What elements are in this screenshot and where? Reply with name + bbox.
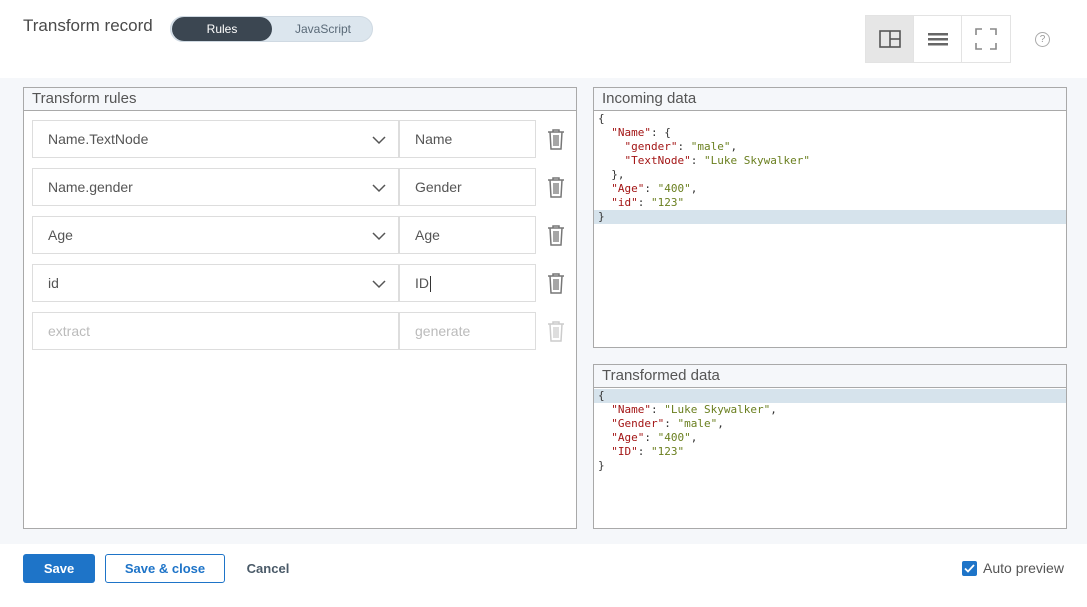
generate-input[interactable]: Age — [399, 216, 536, 254]
extract-select[interactable]: Name.TextNode — [32, 120, 399, 158]
mode-rules-option[interactable]: Rules — [172, 17, 272, 41]
extract-select[interactable]: id — [32, 264, 399, 302]
chevron-down-icon — [372, 136, 386, 145]
code-line: "TextNode": "Luke Skywalker" — [624, 154, 810, 167]
code-line: "Age": "400", — [611, 431, 698, 444]
auto-preview-checkbox[interactable] — [962, 560, 977, 576]
save-button[interactable]: Save — [23, 554, 95, 583]
code-line: "id": "123" — [611, 196, 685, 209]
incoming-data-panel: Incoming data { "Name": { "gender": "mal… — [593, 87, 1067, 348]
list-view-button[interactable] — [914, 16, 962, 62]
trash-icon[interactable] — [546, 272, 566, 294]
extract-select[interactable]: Name.gender — [32, 168, 399, 206]
save-close-button[interactable]: Save & close — [105, 554, 225, 583]
checkmark-icon — [964, 563, 975, 573]
transformed-code[interactable]: { "Name": "Luke Skywalker", "Gender": "m… — [594, 388, 1066, 473]
transformed-data-panel: Transformed data { "Name": "Luke Skywalk… — [593, 364, 1067, 529]
help-icon[interactable]: ? — [1035, 32, 1050, 47]
auto-preview-label: Auto preview — [983, 560, 1064, 576]
extract-value: Name.gender — [48, 179, 133, 195]
transform-rules-panel: Transform rules Name.TextNode Name Name.… — [23, 87, 577, 529]
mode-toggle[interactable]: Rules JavaScript — [170, 16, 373, 42]
page-title: Transform record — [23, 16, 153, 35]
extract-value: id — [48, 275, 59, 291]
text-caret — [430, 276, 431, 293]
code-line: "Gender": "male", — [611, 417, 724, 430]
list-view-icon — [927, 33, 948, 46]
incoming-data-title: Incoming data — [594, 88, 1066, 111]
extract-value: Name.TextNode — [48, 131, 149, 147]
code-line: { — [598, 112, 605, 125]
generate-input-focused[interactable]: ID — [399, 264, 536, 302]
code-line: "Age": "400", — [611, 182, 698, 195]
trash-icon[interactable] — [546, 224, 566, 246]
trash-icon-disabled — [548, 321, 564, 342]
footer: Save Save & close Cancel Auto preview — [0, 544, 1087, 607]
code-line: "gender": "male", — [624, 140, 738, 153]
trash-icon[interactable] — [546, 128, 566, 150]
code-line: } — [598, 459, 605, 472]
fullscreen-button[interactable] — [962, 16, 1010, 62]
code-line-active: { — [594, 389, 1066, 403]
code-line-active: } — [594, 210, 1066, 224]
header: Transform record Rules JavaScript ? — [0, 0, 1087, 78]
trash-icon[interactable] — [546, 176, 566, 198]
generate-input[interactable]: Gender — [399, 168, 536, 206]
code-line: "ID": "123" — [611, 445, 685, 458]
transform-rules-title: Transform rules — [24, 88, 576, 111]
view-buttons — [865, 15, 1011, 63]
chevron-down-icon — [372, 232, 386, 241]
code-line: "Name": "Luke Skywalker", — [611, 403, 777, 416]
generate-input[interactable]: Name — [399, 120, 536, 158]
code-line: "Name": { — [611, 126, 671, 139]
split-view-icon — [878, 30, 901, 48]
cancel-button[interactable]: Cancel — [238, 554, 298, 583]
split-view-button[interactable] — [866, 16, 914, 62]
extract-select[interactable]: Age — [32, 216, 399, 254]
chevron-down-icon — [372, 184, 386, 193]
incoming-code[interactable]: { "Name": { "gender": "male", "TextNode"… — [594, 111, 1066, 224]
main-content: Transform rules Name.TextNode Name Name.… — [0, 78, 1087, 544]
fullscreen-icon — [975, 28, 997, 50]
extract-placeholder-field[interactable]: extract — [32, 312, 399, 350]
transformed-data-title: Transformed data — [594, 365, 1066, 388]
code-line: }, — [598, 168, 625, 181]
mode-javascript-option[interactable]: JavaScript — [274, 17, 372, 41]
chevron-down-icon — [372, 280, 386, 289]
generate-placeholder-field[interactable]: generate — [399, 312, 536, 350]
auto-preview-toggle[interactable]: Auto preview — [962, 559, 1064, 577]
extract-value: Age — [48, 227, 73, 243]
generate-value: ID — [415, 275, 429, 291]
